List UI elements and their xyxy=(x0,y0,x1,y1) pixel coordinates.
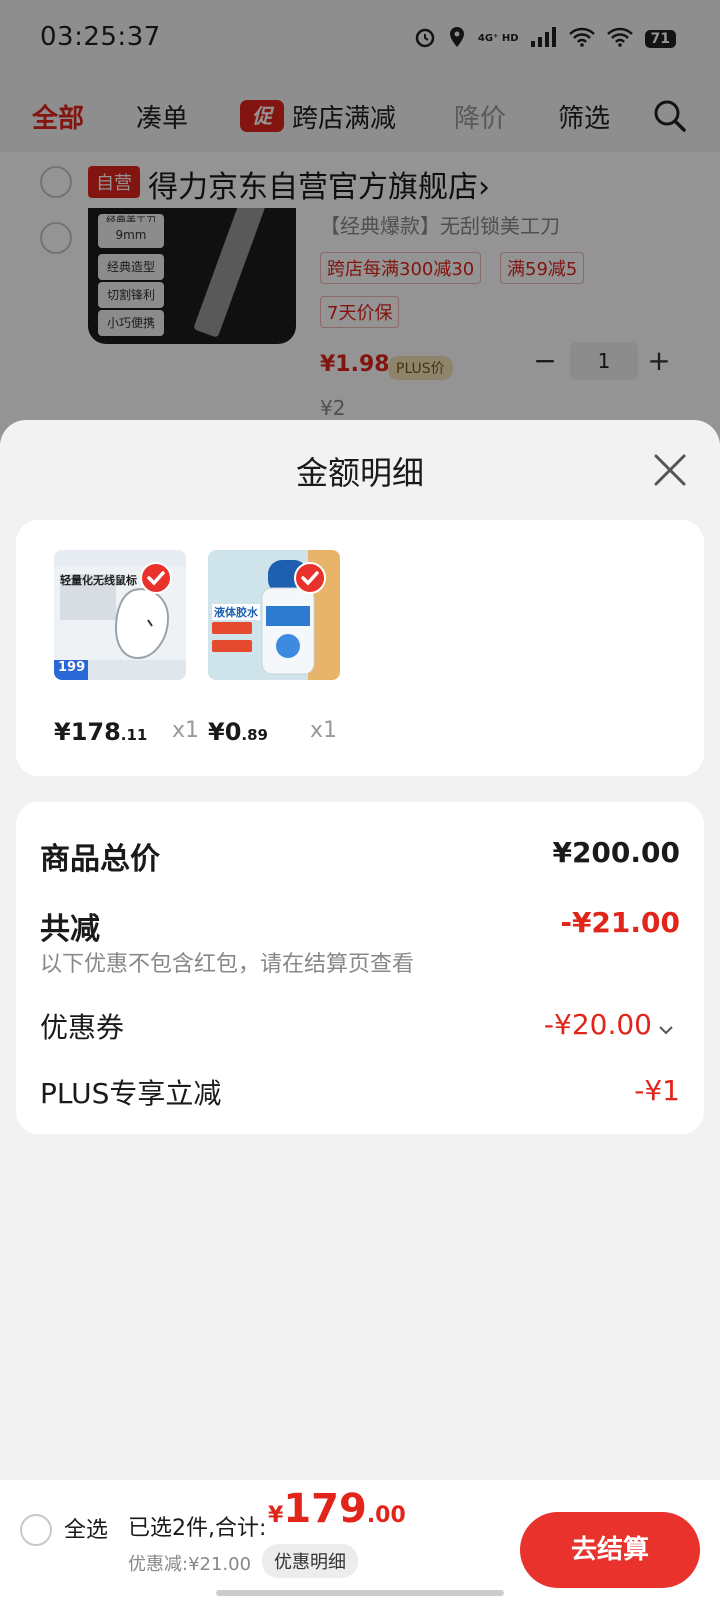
total-reduction-label: 共减 xyxy=(40,912,100,947)
total-dec: .00 xyxy=(366,1503,406,1528)
coupon-label: 优惠券 xyxy=(40,1011,125,1044)
reduction-note: 以下优惠不包含红包，请在结算页查看 xyxy=(40,952,415,977)
close-icon xyxy=(654,454,686,486)
chevron-down-icon[interactable] xyxy=(658,1020,674,1039)
item-price: ¥178.11 xyxy=(54,718,147,746)
total-int: 179 xyxy=(283,1486,367,1532)
discount-line: 优惠减:¥21.00 xyxy=(128,1554,252,1575)
plus-reduction-value: -¥1 xyxy=(634,1074,680,1107)
goods-total-value: ¥200.00 xyxy=(552,836,680,869)
item-price-int: ¥178 xyxy=(54,718,121,746)
total-currency: ¥ xyxy=(268,1503,284,1528)
mouse-product-image: 轻量化无线鼠标 199 xyxy=(54,550,186,680)
mouse-image-price: 199 xyxy=(58,660,86,675)
selected-item[interactable]: 轻量化无线鼠标 199 ¥178.11 x1 xyxy=(54,550,199,746)
goods-total-label: 商品总价 xyxy=(40,842,160,877)
total-reduction-value: -¥21.00 xyxy=(560,906,680,939)
checkmark-icon xyxy=(140,562,172,594)
glue-product-image: 液体胶水 xyxy=(208,550,340,680)
selected-summary: 已选2件,合计: xyxy=(128,1516,267,1541)
glue-image-title: 液体胶水 xyxy=(212,604,260,620)
discount-detail-button[interactable]: 优惠明细 xyxy=(262,1544,358,1578)
item-price-dec: .11 xyxy=(120,726,148,744)
total-price: ¥179.00 xyxy=(268,1486,406,1532)
close-button[interactable] xyxy=(650,450,690,490)
selected-items-card: 轻量化无线鼠标 199 ¥178.11 x1 液体胶水 ¥0.89 x1 xyxy=(16,520,704,776)
select-all-label[interactable]: 全选 xyxy=(64,1512,108,1544)
amount-detail-sheet: 金额明细 轻量化无线鼠标 199 ¥178.11 x1 液体胶水 ¥0.89 x… xyxy=(0,420,720,1480)
checkout-button[interactable]: 去结算 xyxy=(520,1512,700,1588)
coupon-value[interactable]: -¥20.00 xyxy=(544,1008,652,1041)
item-quantity: x1 xyxy=(172,718,200,743)
mouse-image-title: 轻量化无线鼠标 xyxy=(60,574,137,587)
checkout-bar: 全选 已选2件,合计: ¥179.00 优惠减:¥21.00 优惠明细 去结算 xyxy=(0,1480,720,1600)
item-quantity: x1 xyxy=(310,718,338,743)
price-summary-card: 商品总价 ¥200.00 共减 -¥21.00 以下优惠不包含红包，请在结算页查… xyxy=(16,802,704,1134)
item-price-dec: .89 xyxy=(241,726,268,744)
plus-reduction-label: PLUS专享立减 xyxy=(40,1077,222,1110)
item-price: ¥0.89 xyxy=(208,718,268,746)
item-price-int: ¥0 xyxy=(208,718,242,746)
sheet-title: 金额明细 xyxy=(295,454,424,492)
home-indicator[interactable] xyxy=(216,1590,504,1596)
select-all-checkbox[interactable] xyxy=(20,1514,52,1546)
checkmark-icon xyxy=(294,562,326,594)
selected-item[interactable]: 液体胶水 ¥0.89 x1 xyxy=(208,550,340,746)
